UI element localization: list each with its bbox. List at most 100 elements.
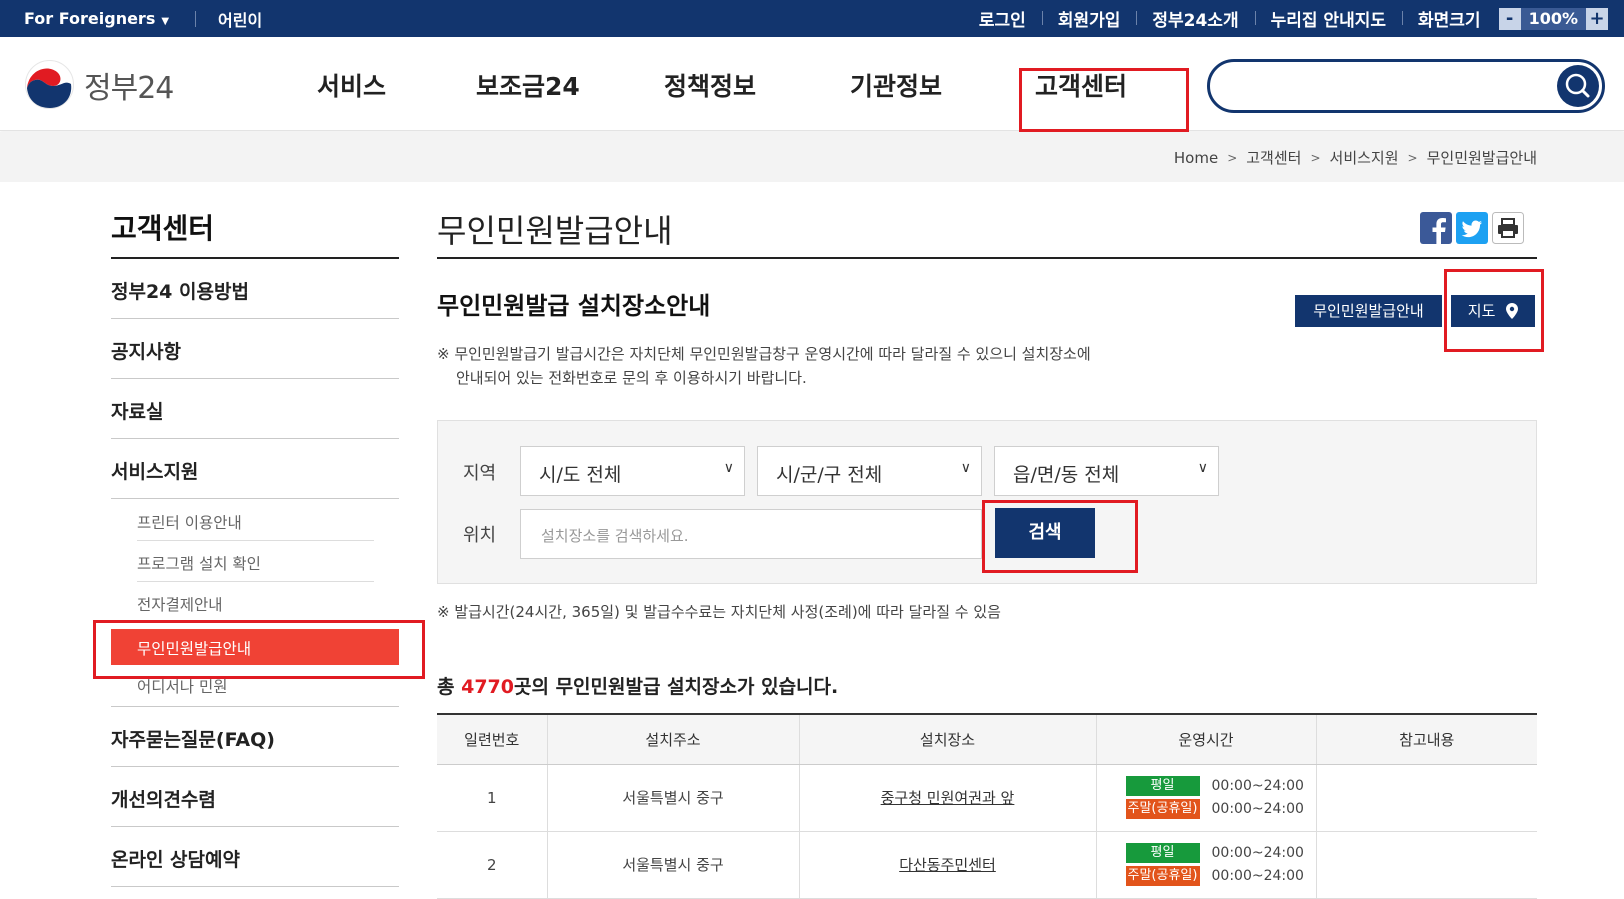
share-tools — [1420, 212, 1524, 244]
top-utility-bar: For Foreigners ▼ 어린이 로그인 회원가입 정부24소개 누리집 … — [0, 0, 1624, 37]
for-foreigners-link[interactable]: For Foreigners ▼ — [24, 9, 169, 28]
site-header: 정부24 서비스 보조금24 정책정보 기관정보 고객센터 — [0, 37, 1624, 132]
section-title: 무인민원발급 설치장소안내 — [437, 292, 711, 320]
search-icon — [1565, 73, 1590, 98]
cell-hours: 평일 00:00~24:00 주말(공휴일) 00:00~24:00 — [1095, 764, 1316, 832]
weekend-time: 00:00~24:00 — [1211, 868, 1304, 884]
kiosk-location-table: 일련번호 설치주소 설치장소 운영시간 참고내용 1 서울특별시 중구 중구청 … — [437, 713, 1537, 899]
weekend-badge: 주말(공휴일) — [1125, 799, 1200, 819]
page-title: 무인민원발급안내 — [437, 212, 673, 250]
weekday-time: 00:00~24:00 — [1211, 778, 1304, 794]
chevron-down-icon: ∨ — [960, 460, 971, 476]
sidebar-item-faq[interactable]: 자주묻는질문(FAQ) — [111, 707, 399, 767]
search-button[interactable] — [1557, 65, 1599, 107]
highlight-box — [1019, 68, 1189, 132]
col-header-note: 참고내용 — [1315, 713, 1537, 765]
zoom-in-button[interactable]: + — [1586, 7, 1608, 30]
cell-no: 1 — [437, 764, 547, 832]
nav-policy[interactable]: 정책정보 — [664, 67, 756, 103]
col-header-hours: 운영시간 — [1095, 713, 1316, 765]
eupmyeondong-select[interactable]: 읍/면/동 전체 ∨ — [994, 446, 1219, 496]
search-input[interactable] — [1207, 59, 1605, 113]
breadcrumb-current: 무인민원발급안내 — [1426, 149, 1537, 167]
chevron-down-icon: ∨ — [723, 460, 734, 476]
notice-text: ※ 무인민원발급기 발급시간은 자치단체 무인민원발급창구 운영시간에 따라 달… — [437, 345, 1091, 363]
breadcrumb-home[interactable]: Home — [1174, 149, 1218, 167]
logo-text: 정부24 — [84, 70, 174, 106]
location-label: 위치 — [463, 525, 497, 546]
about-link[interactable]: 정부24소개 — [1136, 6, 1254, 31]
kids-link[interactable]: 어린이 — [218, 7, 262, 31]
sidebar-item-feedback[interactable]: 개선의견수렴 — [111, 767, 399, 827]
chevron-down-icon: ∨ — [1197, 460, 1208, 476]
twitter-icon[interactable] — [1456, 212, 1488, 244]
col-header-no: 일련번호 — [437, 713, 547, 765]
sidebar-item-guide[interactable]: 정부24 이용방법 — [111, 259, 399, 319]
site-logo[interactable]: 정부24 — [23, 58, 174, 111]
sidebar-subitem-program[interactable]: 프로그램 설치 확인 — [137, 541, 374, 582]
weekday-badge: 평일 — [1125, 776, 1200, 796]
sidebar-title: 고객센터 — [111, 212, 215, 245]
sidebar-subitem-payment[interactable]: 전자결제안내 — [137, 582, 374, 623]
highlight-box — [1444, 269, 1544, 352]
sidebar-item-service-support[interactable]: 서비스지원 — [111, 439, 399, 499]
sidebar-subitem-printer[interactable]: 프린터 이용안내 — [137, 500, 374, 541]
cell-note — [1315, 831, 1537, 899]
chevron-right-icon: > — [1407, 150, 1418, 165]
taegeuk-logo-icon — [25, 60, 74, 109]
sidebar-item-archive[interactable]: 자료실 — [111, 379, 399, 439]
cell-no: 2 — [437, 831, 547, 899]
login-link[interactable]: 로그인 — [963, 6, 1042, 31]
breadcrumb-bar: Home > 고객센터 > 서비스지원 > 무인민원발급안내 — [0, 132, 1624, 182]
unmanned-guide-button[interactable]: 무인민원발급안내 — [1295, 295, 1442, 327]
sitemap-link[interactable]: 누리집 안내지도 — [1254, 6, 1402, 31]
notice-text: 안내되어 있는 전화번호로 문의 후 이용하시기 바랍니다. — [456, 369, 807, 387]
cell-place: 중구청 민원여권과 앞 — [798, 764, 1096, 832]
table-header-row: 일련번호 설치주소 설치장소 운영시간 참고내용 — [437, 713, 1537, 765]
place-link[interactable]: 다산동주민센터 — [899, 856, 996, 874]
cell-address: 서울특별시 중구 — [546, 831, 799, 899]
facebook-icon[interactable] — [1420, 212, 1452, 244]
fee-notice: ※ 발급시간(24시간, 365일) 및 발급수수료는 자치단체 사정(조례)에… — [437, 603, 1001, 621]
sigungu-select[interactable]: 시/군/구 전체 ∨ — [757, 446, 982, 496]
highlight-box — [93, 620, 425, 679]
weekend-time: 00:00~24:00 — [1211, 801, 1304, 817]
breadcrumb-item[interactable]: 고객센터 — [1246, 147, 1301, 168]
result-count: 총 4770곳의 무인민원발급 설치장소가 있습니다. — [437, 676, 839, 698]
table-row: 1 서울특별시 중구 중구청 민원여권과 앞 평일 00:00~24:00 주말(… — [437, 764, 1537, 832]
col-header-place: 설치장소 — [798, 713, 1096, 765]
breadcrumb-item[interactable]: 서비스지원 — [1330, 147, 1399, 168]
location-search-input[interactable]: 설치장소를 검색하세요. — [520, 509, 982, 559]
col-header-address: 설치주소 — [546, 713, 799, 765]
weekday-time: 00:00~24:00 — [1211, 845, 1304, 861]
sido-select[interactable]: 시/도 전체 ∨ — [520, 446, 745, 496]
breadcrumb: Home > 고객센터 > 서비스지원 > 무인민원발급안내 — [1174, 147, 1537, 168]
zoom-out-button[interactable]: - — [1498, 7, 1521, 30]
weekday-badge: 평일 — [1125, 843, 1200, 863]
cell-hours: 평일 00:00~24:00 주말(공휴일) 00:00~24:00 — [1095, 831, 1316, 899]
screen-size-label: 화면크기 — [1402, 6, 1497, 31]
highlight-box — [982, 500, 1138, 573]
sidebar-item-consult[interactable]: 온라인 상담예약 — [111, 827, 399, 887]
table-row: 2 서울특별시 중구 다산동주민센터 평일 00:00~24:00 주말(공휴일)… — [437, 831, 1537, 899]
divider — [437, 257, 1537, 259]
count-number: 4770 — [461, 676, 514, 698]
cell-address: 서울특별시 중구 — [546, 764, 799, 832]
chevron-right-icon: > — [1227, 150, 1238, 165]
nav-subsidy24[interactable]: 보조금24 — [476, 67, 580, 103]
divider — [195, 10, 197, 27]
nav-service[interactable]: 서비스 — [317, 67, 386, 103]
print-icon[interactable] — [1492, 212, 1524, 244]
weekend-badge: 주말(공휴일) — [1125, 866, 1200, 886]
zoom-control: - 100% + — [1498, 7, 1608, 30]
region-label: 지역 — [463, 463, 497, 484]
sidebar-item-notice[interactable]: 공지사항 — [111, 319, 399, 379]
cell-note — [1315, 764, 1537, 832]
cell-place: 다산동주민센터 — [798, 831, 1096, 899]
zoom-value: 100% — [1520, 7, 1586, 30]
join-link[interactable]: 회원가입 — [1041, 6, 1137, 31]
chevron-right-icon: > — [1310, 150, 1321, 165]
caret-down-icon: ▼ — [161, 16, 170, 27]
nav-agency[interactable]: 기관정보 — [850, 67, 942, 103]
place-link[interactable]: 중구청 민원여권과 앞 — [881, 789, 1015, 807]
